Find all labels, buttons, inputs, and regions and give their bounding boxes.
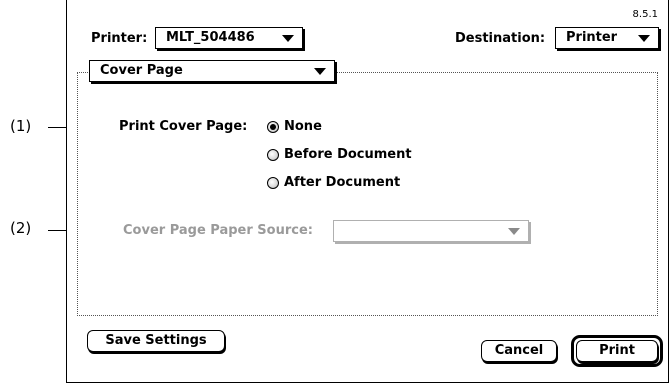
chevron-down-icon [314,68,326,75]
radio-before-label: Before Document [284,147,412,162]
radio-unselected-icon [267,148,279,161]
radio-none-label: None [284,119,322,134]
radio-after-document[interactable]: After Document [267,175,400,190]
panel-select[interactable]: Cover Page [89,60,335,82]
printer-select[interactable]: MLT_504486 [155,27,303,49]
callout-1: (1) [10,117,32,135]
print-dialog: 8.5.1 Printer: MLT_504486 Destination: P… [66,0,669,383]
destination-select[interactable]: Printer [555,27,659,49]
cancel-button[interactable]: Cancel [481,340,557,362]
radio-after-label: After Document [284,175,401,190]
paper-source-select[interactable] [333,220,529,242]
radio-none[interactable]: None [267,119,322,134]
chevron-down-icon [508,228,520,235]
print-button[interactable]: Print [576,340,658,362]
destination-label: Destination: [455,31,546,46]
printer-label: Printer: [91,31,148,46]
radio-unselected-icon [267,176,279,189]
callout-2: (2) [10,219,32,237]
printer-select-value: MLT_504486 [166,30,255,45]
cover-page-label: Print Cover Page: [119,119,248,134]
radio-before-document[interactable]: Before Document [267,147,412,162]
options-group-box [77,72,658,316]
destination-select-value: Printer [566,30,618,45]
save-settings-button[interactable]: Save Settings [87,330,225,352]
chevron-down-icon [638,35,650,42]
radio-selected-icon [267,120,279,133]
version-label: 8.5.1 [632,9,658,20]
chevron-down-icon [282,35,294,42]
panel-select-value: Cover Page [100,63,183,78]
paper-source-label: Cover Page Paper Source: [123,223,313,238]
